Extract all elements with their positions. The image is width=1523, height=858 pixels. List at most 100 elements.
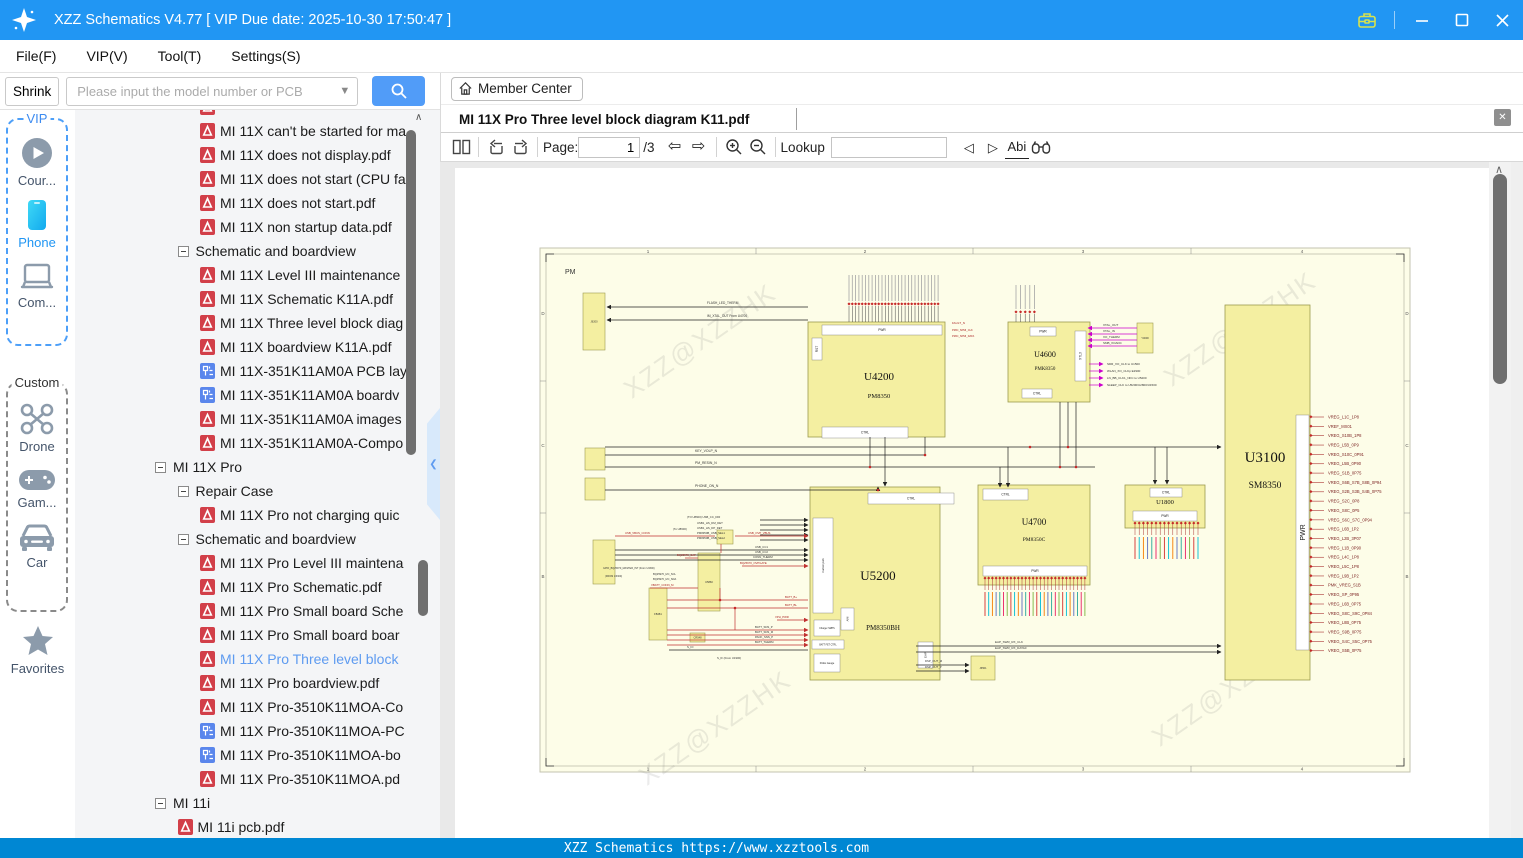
svg-text:XO_THERM: XO_THERM [1103, 335, 1120, 339]
collapse-toggle-icon[interactable] [177, 245, 189, 257]
chevron-down-icon[interactable]: ▼ [339, 85, 350, 97]
tree-node[interactable]: Schematic and boardview [177, 527, 441, 551]
shrink-button[interactable]: Shrink [5, 76, 60, 106]
tree-file-item[interactable]: MI 11X boardview K11A.pdf [200, 335, 440, 359]
tree-file-item[interactable]: MI 11X Pro-3510K11MOA-PC [200, 719, 440, 743]
lookup-label: Lookup [780, 139, 825, 155]
drone-icon [20, 403, 54, 435]
zoom-out-icon[interactable] [746, 135, 770, 159]
collapse-toggle-icon[interactable] [177, 485, 189, 497]
sidebar-item-course[interactable]: Cour... [8, 136, 66, 188]
collapse-panel-handle[interactable]: ❮ [427, 408, 440, 520]
tree-node[interactable]: MI 11i [155, 791, 440, 815]
tree-file-item[interactable]: MI 11X does not display.pdf [200, 143, 440, 167]
sidebar-item-favorites[interactable]: Favorites [0, 624, 75, 676]
tree-file-item[interactable]: MI 11X-351K11AM0A boardv [200, 383, 440, 407]
menu-vip[interactable]: VIP(V) [86, 48, 127, 64]
two-page-view-icon[interactable] [449, 135, 473, 159]
tree-file-item[interactable]: MI 11X Pro Level III maintena [200, 551, 440, 575]
tree-item-label: MI 11X Pro-3510K11MOA.pd [220, 771, 401, 787]
page-total: /3 [643, 139, 655, 155]
tree-file-item[interactable]: MI 11X non startup data.pdf [200, 215, 440, 239]
svg-text:VREG_L1C_1P8: VREG_L1C_1P8 [1328, 414, 1360, 419]
tree-file-item[interactable]: MI 11X Pro-3510K11MOA-bo [200, 743, 440, 767]
sidebar-item-phone[interactable]: Phone [8, 198, 66, 250]
tree-scrollbar-thumb[interactable] [406, 130, 416, 455]
find-next-icon[interactable]: ▷ [981, 135, 1005, 159]
tab-active-document[interactable]: MI 11X Pro Three level block diagram K11… [459, 105, 749, 133]
tree-file-item[interactable]: MI 11X Pro Small board Sche [200, 599, 440, 623]
tree-file-item[interactable]: MI 11X Pro not charging quic [200, 503, 440, 527]
tree-item-label: MI 11X Level III maintenance [220, 267, 401, 283]
tree-file-item[interactable]: MI 11X Pro-3510K11MOA.pd [200, 767, 440, 791]
collapse-toggle-icon[interactable] [155, 797, 166, 809]
tree-node[interactable]: Repair Case [177, 479, 441, 503]
tree-file-item[interactable]: MI 11X does not start.pdf [200, 191, 440, 215]
search-input[interactable] [75, 82, 334, 100]
prev-page-icon[interactable]: ⇦ [663, 135, 687, 159]
menu-settings[interactable]: Settings(S) [231, 48, 300, 64]
tree-file-item[interactable]: MI 11X-351K11AM0A-Compo [200, 431, 440, 455]
license-briefcase-icon[interactable] [1354, 7, 1380, 33]
svg-text:PM_RESIN_N: PM_RESIN_N [695, 461, 717, 465]
sidebar-item-computer[interactable]: Com... [8, 262, 66, 310]
tree-file-item[interactable]: MI 11X-351K11AM0A PCB lay [200, 359, 440, 383]
viewer-scrollbar-thumb[interactable] [1493, 174, 1507, 384]
tree-file-item[interactable]: MI 11X Level III maintenance [200, 263, 440, 287]
find-prev-icon[interactable]: ◁ [957, 135, 981, 159]
menu-tool[interactable]: Tool(T) [158, 48, 202, 64]
tree-file-item[interactable]: MI 11X can't be started for ma [200, 119, 440, 143]
tree-file-item[interactable]: MI 11X Pro-3510K11MOA-Co [200, 695, 440, 719]
maximize-button[interactable] [1449, 7, 1475, 33]
close-tab-icon[interactable]: ✕ [1490, 105, 1511, 126]
svg-text:CONN_THERM: CONN_THERM [753, 555, 773, 559]
pdf-page[interactable]: 1 1 2 2 3 3 4 4 D D C C B B XZZ@XZZHK XZZ@XZZHK XZZ@XZZH… [455, 168, 1489, 838]
sidebar-item-car[interactable]: Car [8, 524, 66, 570]
tree-scroll-up-icon[interactable]: ∧ [415, 112, 422, 123]
tree-node[interactable]: MI 11X Pro [155, 455, 440, 479]
pdf-file-icon [200, 171, 215, 187]
tree-file-item[interactable]: MI 11X Pro Small board boar [200, 623, 440, 647]
binoculars-search-icon[interactable] [1029, 135, 1053, 159]
svg-text:VREG_S5B_0P75: VREG_S5B_0P75 [1328, 648, 1362, 653]
next-page-icon[interactable]: ⇨ [687, 135, 711, 159]
zoom-in-icon[interactable] [722, 135, 746, 159]
tree-file-item[interactable]: MI 11X-351K11AM0A images [200, 407, 440, 431]
svg-text:PWR: PWR [1031, 569, 1039, 573]
close-button[interactable] [1489, 7, 1515, 33]
sidebar-item-game[interactable]: Gam... [8, 468, 66, 510]
match-case-icon[interactable]: Abi [1004, 135, 1029, 159]
pdf-file-icon [200, 291, 215, 307]
rotate-left-icon[interactable] [484, 135, 508, 159]
tree-file-item[interactable]: MI 11X Pro Schematic.pdf [200, 575, 440, 599]
rotate-right-icon[interactable] [508, 135, 532, 159]
page-number-input[interactable] [578, 136, 641, 158]
menu-file[interactable]: File(F) [16, 48, 56, 64]
tree-item-label: MI 11X Pro Schematic.pdf [220, 579, 382, 595]
tree-file-item[interactable]: MI 11X Schematic K11A.pdf [200, 287, 440, 311]
tree-file-item[interactable] [200, 110, 440, 119]
viewer-scrollbar[interactable]: ∧ [1489, 162, 1511, 838]
svg-text:VREG_L4C_1P8: VREG_L4C_1P8 [1328, 555, 1360, 560]
pcb-file-icon [200, 723, 215, 739]
member-row: Member Center [441, 73, 1523, 105]
tree-file-item[interactable]: MI 11X Pro boardview.pdf [200, 671, 440, 695]
panel-scrollbar-thumb[interactable] [418, 560, 428, 616]
pdf-file-icon [200, 507, 215, 523]
tree-file-item[interactable]: MI 11X Three level block diag [200, 311, 440, 335]
tree-file-item[interactable]: MI 11X Pro Three level block [200, 647, 440, 671]
member-center-button[interactable]: Member Center [451, 76, 583, 101]
model-search-combo[interactable]: ▼ [66, 76, 359, 106]
minimize-button[interactable] [1409, 7, 1435, 33]
lookup-input[interactable] [830, 136, 947, 158]
search-button[interactable] [372, 76, 426, 106]
collapse-toggle-icon[interactable] [155, 461, 166, 473]
svg-text:U4600: U4600 [1034, 350, 1056, 359]
sidebar-item-drone[interactable]: Drone [8, 402, 66, 454]
tree-node[interactable]: Schematic and boardview [177, 239, 441, 263]
collapse-toggle-icon[interactable] [177, 533, 189, 545]
tree-file-item[interactable]: MI 11X does not start (CPU fa [200, 167, 440, 191]
tree-file-item[interactable]: MI 11i pcb.pdf [177, 815, 441, 838]
svg-text:CTRL: CTRL [1001, 493, 1010, 497]
svg-text:VREG_S8C_0P5: VREG_S8C_0P5 [1328, 508, 1360, 513]
